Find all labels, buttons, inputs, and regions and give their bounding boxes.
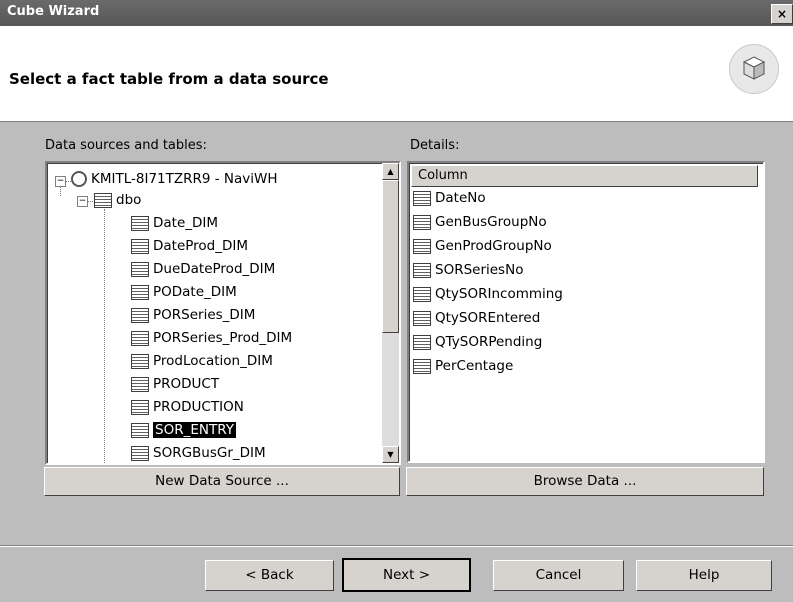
- table-name: DateProd_DIM: [153, 238, 249, 254]
- table-name: PRODUCTION: [153, 399, 244, 415]
- browse-data-button[interactable]: Browse Data ...: [406, 467, 764, 496]
- table-icon: [131, 284, 149, 300]
- column-item[interactable]: QtySORIncomming: [413, 286, 563, 302]
- tree-table-item[interactable]: PORSeries_Prod_DIM: [131, 330, 292, 346]
- tree-table-item[interactable]: PORSeries_DIM: [131, 307, 255, 323]
- column-icon: [413, 214, 431, 230]
- page-title: Select a fact table from a data source: [9, 70, 329, 88]
- schema-name: dbo: [116, 192, 142, 208]
- table-icon: [131, 215, 149, 231]
- column-item[interactable]: DateNo: [413, 190, 486, 206]
- column-item[interactable]: GenBusGroupNo: [413, 214, 547, 230]
- details-label: Details:: [410, 138, 460, 153]
- server-icon: [71, 171, 87, 187]
- table-name: PRODUCT: [153, 376, 220, 392]
- table-name: SOR_ENTRY: [153, 422, 236, 438]
- table-icon: [131, 422, 149, 438]
- column-icon: [413, 310, 431, 326]
- table-name: DueDateProd_DIM: [153, 261, 276, 277]
- column-name: QTySORPending: [435, 334, 543, 350]
- tree-scrollbar[interactable]: ▲ ▼: [382, 163, 399, 463]
- column-item[interactable]: PerCentage: [413, 358, 513, 374]
- column-icon: [413, 262, 431, 278]
- title-bar: Cube Wizard ×: [0, 0, 793, 26]
- tree-table-item-selected[interactable]: SOR_ENTRY: [131, 422, 236, 438]
- column-name: DateNo: [435, 190, 486, 206]
- tree-table-item[interactable]: PRODUCTION: [131, 399, 244, 415]
- scroll-down-icon[interactable]: ▼: [382, 446, 399, 463]
- tree-table-item[interactable]: DueDateProd_DIM: [131, 261, 275, 277]
- table-icon: [131, 261, 149, 277]
- help-button[interactable]: Help: [636, 560, 772, 591]
- details-list[interactable]: Column DateNo GenBusGroupNo GenProdGroup…: [407, 161, 765, 463]
- column-item[interactable]: SORSeriesNo: [413, 262, 523, 278]
- table-name: PORSeries_Prod_DIM: [153, 330, 293, 346]
- table-name: PODate_DIM: [153, 284, 237, 300]
- table-icon: [131, 330, 149, 346]
- table-name: PORSeries_DIM: [153, 307, 256, 323]
- window-title: Cube Wizard: [7, 4, 100, 19]
- column-name: GenBusGroupNo: [435, 214, 547, 230]
- column-name: QtySOREntered: [435, 310, 541, 326]
- new-data-source-button[interactable]: New Data Source ...: [44, 467, 400, 496]
- table-icon: [131, 307, 149, 323]
- column-header[interactable]: Column: [411, 165, 758, 187]
- table-icon: [131, 399, 149, 415]
- data-sources-tree[interactable]: − KMITL-8I71TZRR9 - NaviWH − dbo Date_DI…: [45, 161, 401, 465]
- tree-server-node[interactable]: KMITL-8I71TZRR9 - NaviWH: [71, 171, 278, 187]
- column-item[interactable]: QtySOREntered: [413, 310, 540, 326]
- back-button[interactable]: < Back: [205, 560, 334, 591]
- column-icon: [413, 190, 431, 206]
- data-sources-label: Data sources and tables:: [45, 138, 207, 153]
- tree-table-item[interactable]: PRODUCT: [131, 376, 219, 392]
- footer-divider: [0, 545, 793, 547]
- column-name: QtySORIncomming: [435, 286, 563, 302]
- next-button[interactable]: Next >: [342, 558, 471, 592]
- column-icon: [413, 358, 431, 374]
- tree-table-item[interactable]: ProdLocation_DIM: [131, 353, 273, 369]
- scroll-thumb[interactable]: [382, 180, 399, 333]
- column-icon: [413, 334, 431, 350]
- wizard-header: Select a fact table from a data source: [0, 26, 793, 122]
- table-name: ProdLocation_DIM: [153, 353, 273, 369]
- column-name: PerCentage: [435, 358, 514, 374]
- column-item[interactable]: QTySORPending: [413, 334, 542, 350]
- schema-icon: [94, 192, 112, 208]
- table-name: SORGBusGr_DIM: [153, 445, 266, 461]
- tree-schema-node[interactable]: dbo: [94, 192, 141, 208]
- table-icon: [131, 445, 149, 461]
- column-icon: [413, 286, 431, 302]
- table-icon: [131, 376, 149, 392]
- tree-table-item[interactable]: DateProd_DIM: [131, 238, 248, 254]
- scroll-up-icon[interactable]: ▲: [382, 163, 399, 180]
- tree-table-item[interactable]: SORGBusGr_DIM: [131, 445, 266, 461]
- cancel-button[interactable]: Cancel: [493, 560, 624, 591]
- close-button[interactable]: ×: [771, 4, 793, 24]
- table-icon: [131, 238, 149, 254]
- tree-table-item[interactable]: PODate_DIM: [131, 284, 237, 300]
- column-name: SORSeriesNo: [435, 262, 524, 278]
- tree-table-item[interactable]: Date_DIM: [131, 215, 218, 231]
- table-icon: [131, 353, 149, 369]
- cube-icon: [729, 44, 779, 94]
- server-name: KMITL-8I71TZRR9 - NaviWH: [91, 171, 278, 187]
- table-name: Date_DIM: [153, 215, 219, 231]
- column-icon: [413, 238, 431, 254]
- column-name: GenProdGroupNo: [435, 238, 552, 254]
- column-item[interactable]: GenProdGroupNo: [413, 238, 552, 254]
